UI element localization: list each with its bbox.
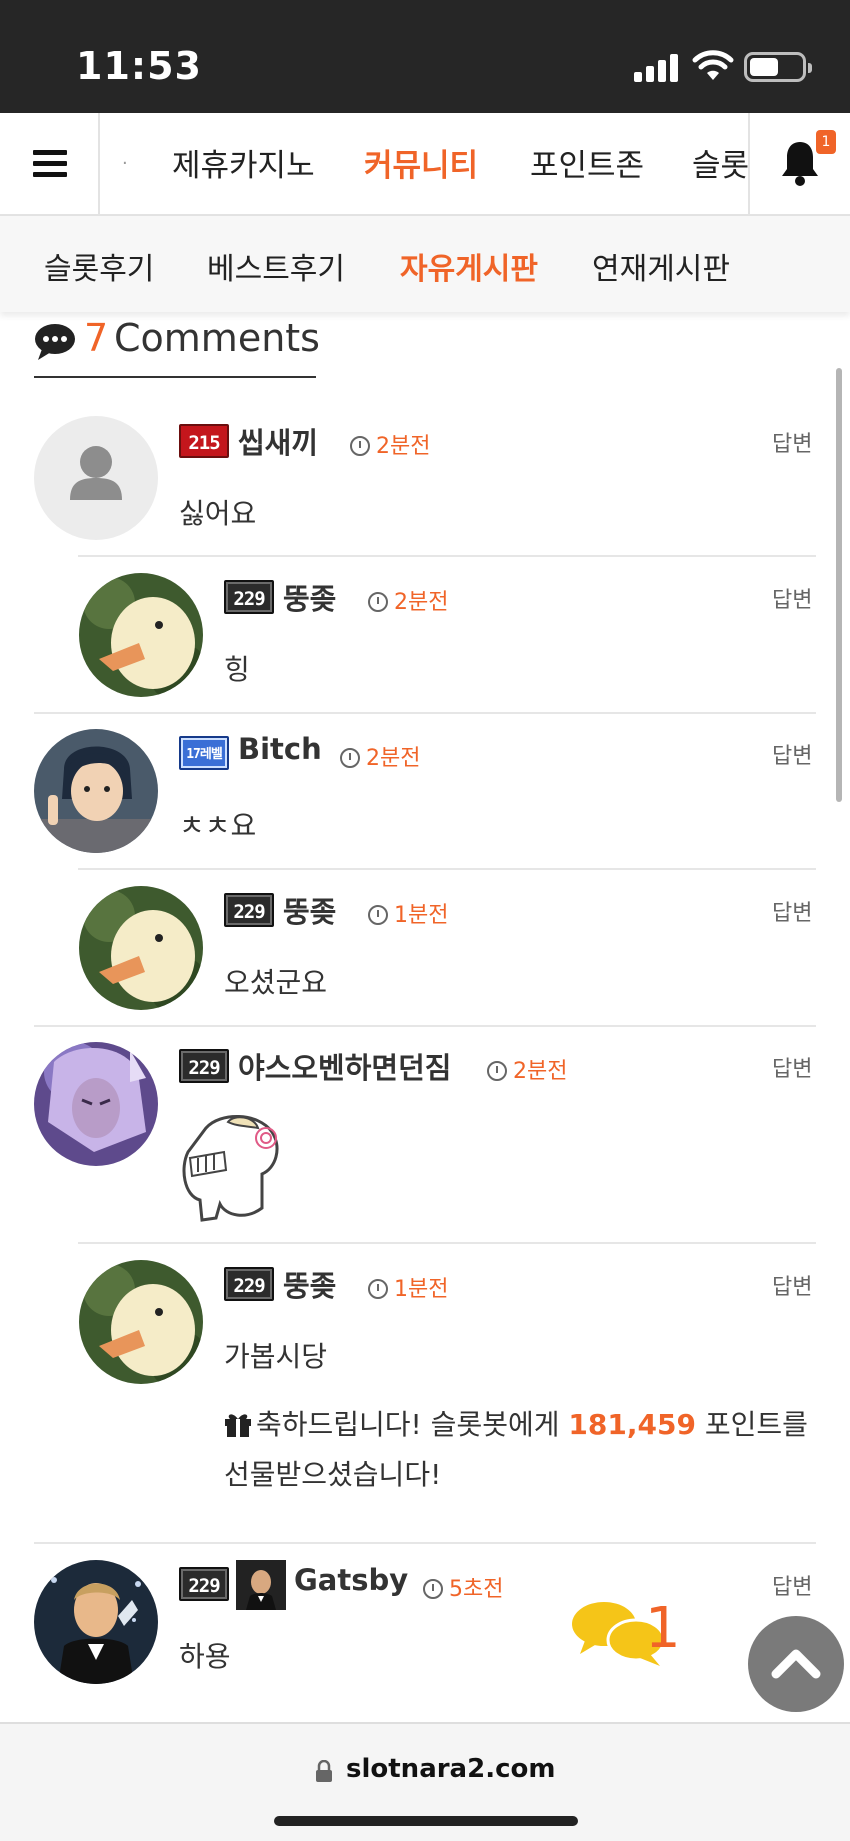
- gift-notice: 축하드립니다! 슬롯봇에게 181,459 포인트를 선물받으셨습니다!: [224, 1408, 808, 1491]
- level-badge: 229: [224, 893, 274, 927]
- comment-author[interactable]: 뚱좆: [283, 1263, 336, 1305]
- nav-item-point-zone[interactable]: 포인트존: [530, 140, 644, 185]
- comment-time: 2분전: [350, 428, 430, 460]
- nav-item-partner-casino[interactable]: 제휴카지노: [172, 140, 315, 185]
- comment-body: 싫어요: [179, 497, 257, 530]
- notification-badge: 1: [816, 130, 836, 154]
- status-time: 11:53: [76, 44, 202, 88]
- reply-button[interactable]: 답변: [772, 426, 812, 458]
- comment-time: 1분전: [368, 1271, 448, 1303]
- subnav-free-board[interactable]: 자유게시판: [400, 244, 538, 288]
- clock-icon: [368, 592, 388, 612]
- profile-thumbnail: [236, 1560, 286, 1610]
- chat-count: 1: [645, 1596, 681, 1661]
- clock-icon: [423, 1579, 443, 1599]
- reply-button[interactable]: 답변: [772, 1051, 812, 1083]
- sub-nav: 슬롯후기 베스트후기 자유게시판 연재게시판: [0, 216, 850, 312]
- comment-body: 힝: [224, 653, 250, 686]
- comment-time: 2분전: [487, 1053, 567, 1085]
- comment-author[interactable]: 야스오벤하면던짐: [238, 1045, 451, 1087]
- comment-body: 하용: [179, 1640, 231, 1673]
- comment-divider: [34, 1025, 816, 1027]
- default-avatar: [34, 416, 158, 540]
- reply-button[interactable]: 답변: [772, 895, 812, 927]
- nav-item-slot[interactable]: 슬롯: [692, 140, 748, 185]
- comment-divider: [78, 868, 816, 870]
- browser-url-bar[interactable]: slotnara2.com: [0, 1722, 850, 1841]
- top-nav-scroller[interactable]: · 제휴카지노 커뮤니티 포인트존 슬롯: [102, 113, 748, 214]
- top-nav: · 제휴카지노 커뮤니티 포인트존 슬롯 1: [0, 113, 850, 216]
- clock-icon: [487, 1061, 507, 1081]
- scroll-to-top-button[interactable]: [748, 1616, 844, 1712]
- comment-author[interactable]: Gatsby: [294, 1563, 408, 1597]
- cellular-signal-icon: [634, 52, 680, 82]
- comment-divider: [78, 1242, 816, 1244]
- laughing-emoticon-icon: [182, 1115, 279, 1222]
- comment-body: 오셨군요: [224, 966, 328, 999]
- chevron-up-icon: [771, 1649, 821, 1679]
- comment-body: ㅊㅊ요: [179, 809, 257, 842]
- clock-icon: [350, 436, 370, 456]
- comment-author[interactable]: Bitch: [238, 732, 322, 766]
- duckling-avatar: [79, 573, 203, 697]
- comment-time: 2분전: [340, 740, 420, 772]
- comment-body: 가봅시당: [224, 1340, 328, 1373]
- purple-character-avatar: [34, 1042, 158, 1166]
- comments-count: 7: [84, 316, 109, 360]
- comment-divider: [34, 712, 816, 714]
- comment-divider: [78, 555, 816, 557]
- home-indicator[interactable]: [274, 1816, 578, 1826]
- clock-icon: [368, 1279, 388, 1299]
- bell-icon: [782, 142, 818, 186]
- nav-item-community[interactable]: 커뮤니티: [364, 140, 478, 185]
- gift-icon: [225, 1414, 251, 1437]
- subnav-serial-board[interactable]: 연재게시판: [592, 244, 730, 288]
- user-silhouette-icon: [70, 446, 122, 500]
- level-badge: 229: [224, 1267, 274, 1301]
- wifi-icon: [692, 50, 734, 80]
- reply-button[interactable]: 답변: [772, 1269, 812, 1301]
- comment-author[interactable]: 뚱좆: [283, 889, 336, 931]
- level-badge: 229: [179, 1049, 229, 1083]
- level-badge: 215: [179, 424, 229, 458]
- anime-boy-avatar: [34, 729, 158, 853]
- comments-label: Comments: [114, 316, 320, 360]
- status-bar: 11:53: [0, 0, 850, 113]
- level-badge: 17레벨: [179, 736, 229, 770]
- level-badge: 229: [224, 580, 274, 614]
- battery-icon: [744, 52, 812, 82]
- gift-points: 181,459: [568, 1408, 696, 1441]
- duckling-avatar: [79, 1260, 203, 1384]
- subnav-slot-review[interactable]: 슬롯후기: [44, 244, 154, 288]
- comment-author[interactable]: 씹새끼: [238, 420, 318, 462]
- duckling-avatar: [79, 886, 203, 1010]
- menu-button[interactable]: [0, 113, 100, 214]
- comments-header: 7 Comments: [34, 314, 320, 378]
- reply-button[interactable]: 답변: [772, 582, 812, 614]
- clock-icon: [368, 905, 388, 925]
- notification-button[interactable]: 1: [748, 113, 850, 214]
- url-text[interactable]: slotnara2.com: [346, 1754, 555, 1784]
- subnav-best-review[interactable]: 베스트후기: [207, 244, 345, 288]
- level-badge: 229: [179, 1567, 229, 1601]
- lock-icon: [316, 1760, 332, 1782]
- comment-author[interactable]: 뚱좆: [283, 576, 336, 618]
- comment-time: 2분전: [368, 584, 448, 616]
- page-scrollbar[interactable]: [836, 368, 842, 802]
- comment-divider: [34, 1542, 816, 1544]
- reply-button[interactable]: 답변: [772, 738, 812, 770]
- nav-overflow-dot: ·: [122, 153, 128, 174]
- gatsby-avatar: [34, 1560, 158, 1684]
- comment-time: 1분전: [368, 897, 448, 929]
- comment-time: 5초전: [423, 1571, 503, 1603]
- clock-icon: [340, 748, 360, 768]
- reply-button[interactable]: 답변: [772, 1569, 812, 1601]
- comment-bubble-icon: [35, 324, 75, 360]
